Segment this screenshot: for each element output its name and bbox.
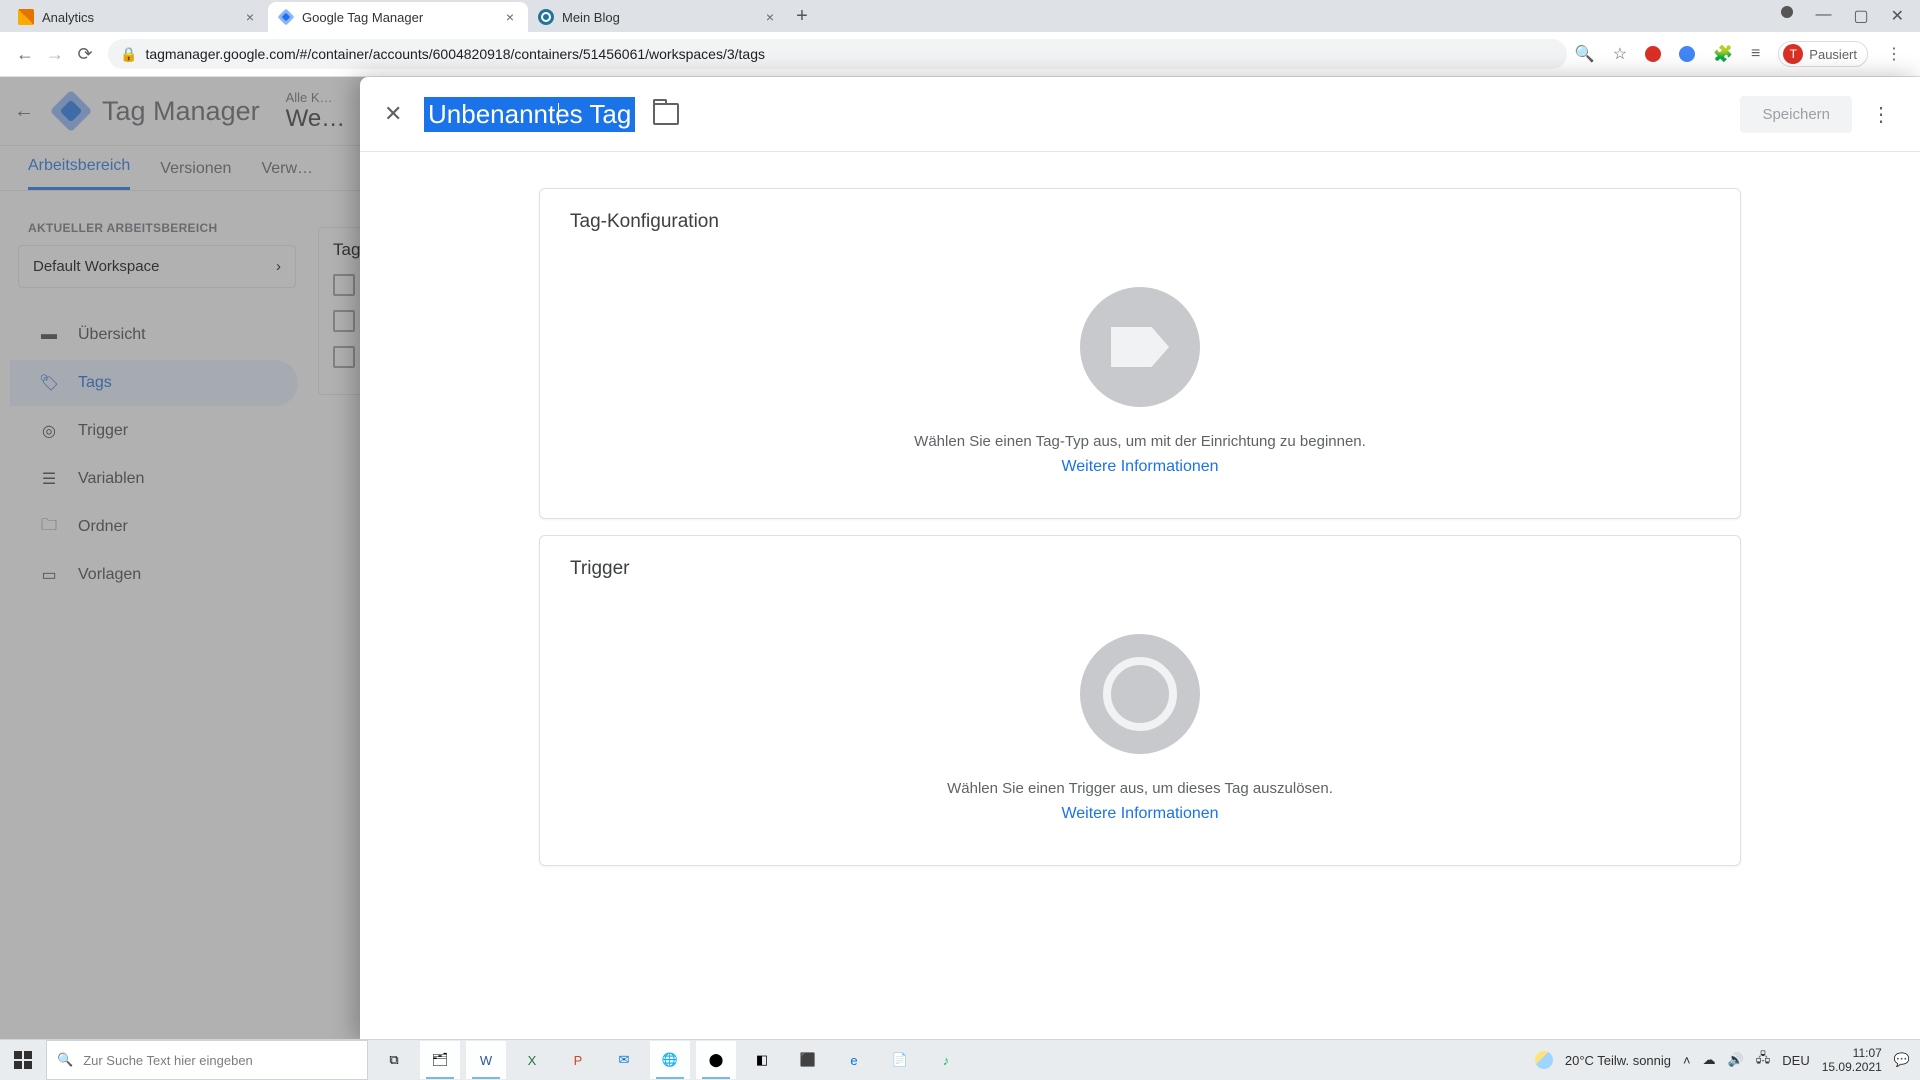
chrome-menu-icon[interactable]: ⋮ — [1886, 44, 1902, 64]
taskbar-search[interactable]: 🔍 Zur Suche Text hier eingeben — [46, 1040, 368, 1080]
close-icon[interactable]: × — [762, 7, 778, 27]
profile-avatar: T — [1783, 44, 1803, 64]
search-placeholder: Zur Suche Text hier eingeben — [83, 1053, 253, 1068]
lock-icon: 🔒 — [120, 46, 137, 63]
tab-title: Google Tag Manager — [302, 10, 502, 25]
window-controls: — ▢ ✕ — [1781, 6, 1920, 26]
card-title: Trigger — [570, 558, 1710, 580]
tray-chevron-icon[interactable]: ˄ — [1683, 1053, 1691, 1068]
more-icon[interactable]: ⋮ — [1866, 102, 1896, 127]
trigger-placeholder-icon — [1080, 634, 1200, 754]
maximize-icon[interactable]: ▢ — [1853, 6, 1868, 26]
tag-name-input[interactable]: Unbenanntes Tag — [424, 97, 635, 132]
volume-icon[interactable]: 🔊 — [1728, 1052, 1744, 1068]
close-window-icon[interactable]: ✕ — [1891, 6, 1904, 26]
weather-text[interactable]: 20°C Teilw. sonnig — [1565, 1053, 1671, 1068]
app-icon[interactable]: ◧ — [742, 1041, 782, 1079]
obs-icon[interactable]: ⬤ — [696, 1041, 736, 1079]
config-hint: Wählen Sie einen Tag-Typ aus, um mit der… — [914, 433, 1366, 450]
profile-status: Pausiert — [1809, 47, 1857, 62]
tab-title: Mein Blog — [562, 10, 762, 25]
new-tab-button[interactable]: + — [788, 1, 816, 31]
tag-editor-sheet: ✕ Unbenanntes Tag Speichern ⋮ Tag-Konfig… — [360, 77, 1920, 1041]
minimize-icon[interactable]: — — [1815, 6, 1831, 26]
taskbar-clock[interactable]: 11:07 15.09.2021 — [1822, 1046, 1882, 1074]
forward-button[interactable]: → — [40, 44, 70, 65]
trigger-card[interactable]: Trigger Wählen Sie einen Trigger aus, um… — [539, 535, 1741, 866]
chrome-icon[interactable]: 🌐 — [650, 1041, 690, 1079]
explorer-icon[interactable]: 🗂 — [420, 1041, 460, 1079]
tab-title: Analytics — [42, 10, 242, 25]
reload-button[interactable]: ⟳ — [70, 44, 100, 65]
keyboard-lang[interactable]: DEU — [1782, 1053, 1809, 1068]
trigger-more-link[interactable]: Weitere Informationen — [1061, 805, 1218, 823]
onedrive-icon[interactable]: ☁ — [1703, 1052, 1716, 1068]
tag-placeholder-icon — [1080, 287, 1200, 407]
sheet-header: ✕ Unbenanntes Tag Speichern ⋮ — [360, 77, 1920, 151]
sheet-body: Tag-Konfiguration Wählen Sie einen Tag-T… — [360, 152, 1920, 1041]
extension-icon[interactable] — [1645, 46, 1661, 62]
zoom-icon[interactable]: 🔍 — [1575, 44, 1595, 64]
spotify-icon[interactable]: ♪ — [926, 1041, 966, 1079]
extensions-icon[interactable]: 🧩 — [1713, 44, 1733, 64]
tag-config-card[interactable]: Tag-Konfiguration Wählen Sie einen Tag-T… — [539, 188, 1741, 519]
windows-taskbar: 🔍 Zur Suche Text hier eingeben ⧉ 🗂 W X P… — [0, 1039, 1920, 1080]
close-icon[interactable]: × — [502, 7, 518, 27]
notifications-icon[interactable]: 💬 — [1894, 1052, 1910, 1068]
mail-icon[interactable]: ✉ — [604, 1041, 644, 1079]
search-icon: 🔍 — [57, 1052, 73, 1068]
clock-date: 15.09.2021 — [1822, 1060, 1882, 1074]
url-text: tagmanager.google.com/#/container/accoun… — [145, 46, 765, 62]
save-button[interactable]: Speichern — [1740, 96, 1852, 133]
excel-icon[interactable]: X — [512, 1041, 552, 1079]
network-icon[interactable]: 🖧 — [1756, 1049, 1771, 1071]
word-icon[interactable]: W — [466, 1041, 506, 1079]
notepad-icon[interactable]: 📄 — [880, 1041, 920, 1079]
trigger-hint: Wählen Sie einen Trigger aus, um dieses … — [947, 780, 1333, 797]
powerpoint-icon[interactable]: P — [558, 1041, 598, 1079]
edge-icon[interactable]: e — [834, 1041, 874, 1079]
address-bar[interactable]: 🔒 tagmanager.google.com/#/container/acco… — [108, 39, 1567, 69]
card-title: Tag-Konfiguration — [570, 211, 1710, 233]
tab-gtm[interactable]: Google Tag Manager × — [268, 2, 528, 32]
tab-analytics[interactable]: Analytics × — [8, 2, 268, 32]
bookmark-icon[interactable]: ☆ — [1613, 44, 1627, 64]
extension-icon[interactable] — [1679, 46, 1695, 62]
taskview-icon[interactable]: ⧉ — [374, 1041, 414, 1079]
reading-list-icon[interactable]: ≡ — [1751, 45, 1760, 63]
windows-logo-icon — [14, 1051, 32, 1069]
config-more-link[interactable]: Weitere Informationen — [1061, 458, 1218, 476]
app-icon[interactable]: ⬛ — [788, 1041, 828, 1079]
start-button[interactable] — [0, 1040, 46, 1080]
back-button[interactable]: ← — [10, 44, 40, 65]
browser-tabstrip: Analytics × Google Tag Manager × Mein Bl… — [0, 0, 1920, 32]
folder-icon[interactable] — [653, 103, 679, 125]
weather-icon — [1535, 1051, 1553, 1069]
taskbar-apps: ⧉ 🗂 W X P ✉ 🌐 ⬤ ◧ ⬛ e 📄 ♪ — [374, 1041, 966, 1079]
wordpress-favicon — [538, 9, 554, 25]
profile-chip[interactable]: T Pausiert — [1778, 41, 1868, 67]
gtm-favicon — [278, 9, 294, 25]
analytics-favicon — [18, 9, 34, 25]
tag-name-text: Unbenanntes Tag — [428, 99, 631, 129]
browser-toolbar: ← → ⟳ 🔒 tagmanager.google.com/#/containe… — [0, 32, 1920, 77]
tab-blog[interactable]: Mein Blog × — [528, 2, 788, 32]
close-icon[interactable]: ✕ — [384, 101, 424, 127]
profile-dot-icon[interactable] — [1781, 6, 1793, 18]
clock-time: 11:07 — [1822, 1046, 1882, 1060]
close-icon[interactable]: × — [242, 7, 258, 27]
text-caret — [558, 103, 559, 125]
